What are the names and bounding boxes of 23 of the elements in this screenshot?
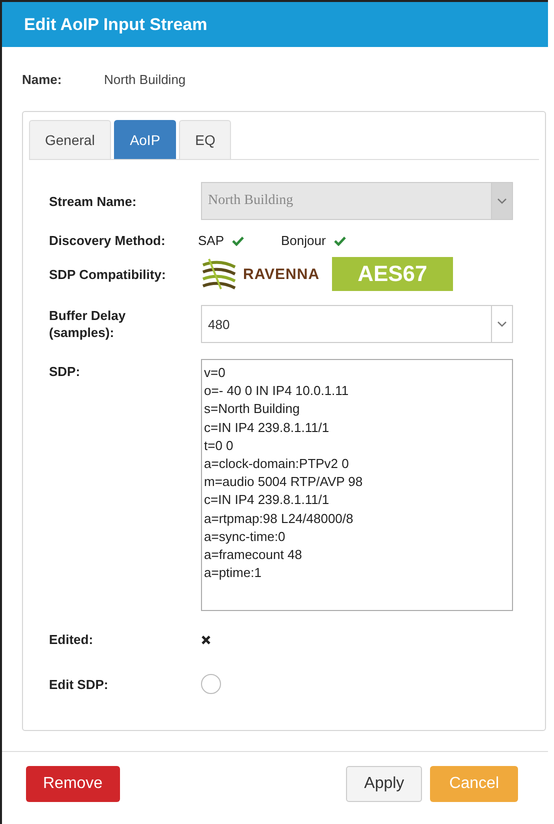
tab[interactable]: AoIP [114,120,176,159]
logo-text: RAVENNA [243,266,320,282]
field-label: SDP: [49,363,82,380]
tab[interactable]: EQ [179,120,232,159]
buffer-delay-select[interactable]: 480 [201,305,513,343]
field-label: SDP Compatibility: [49,266,167,282]
apply-button[interactable]: Apply [346,766,422,802]
method-label: SAP [198,233,224,248]
field-label: Edit SDP: [49,676,110,692]
sdp-text-area[interactable]: v=0 o=- 40 0 IN IP4 10.0.1.11 s=North Building c=IN IP4 239.8.1.11/1 t=0 0 a=clock-domain:PTPv2 0 m=audio 5004 RTP/AVP 98 c=IN IP4 239.8.1.11/1 a=rtpmap:98 L24/48000/8 a=sync-time:0 a=framecount 48 a=ptime:1 [201,359,513,611]
radio-button[interactable] [201,674,221,694]
method-label: Bonjour [281,233,326,248]
field-label: Discovery Method: [49,232,166,249]
name-label: Name: [22,72,63,86]
tab[interactable]: General [29,120,111,159]
remove-button[interactable]: Remove [26,766,120,802]
ravenna-logo-icon [201,257,237,291]
field-label: Buffer Delay (samples): [49,307,127,341]
aes67-logo: AES67 [332,257,454,291]
name-value: North Building [104,72,186,86]
dialog-title: Edit AoIP Input Stream [2,2,548,47]
field-label: Stream Name: [49,192,138,210]
field-label: Edited: [49,631,94,648]
